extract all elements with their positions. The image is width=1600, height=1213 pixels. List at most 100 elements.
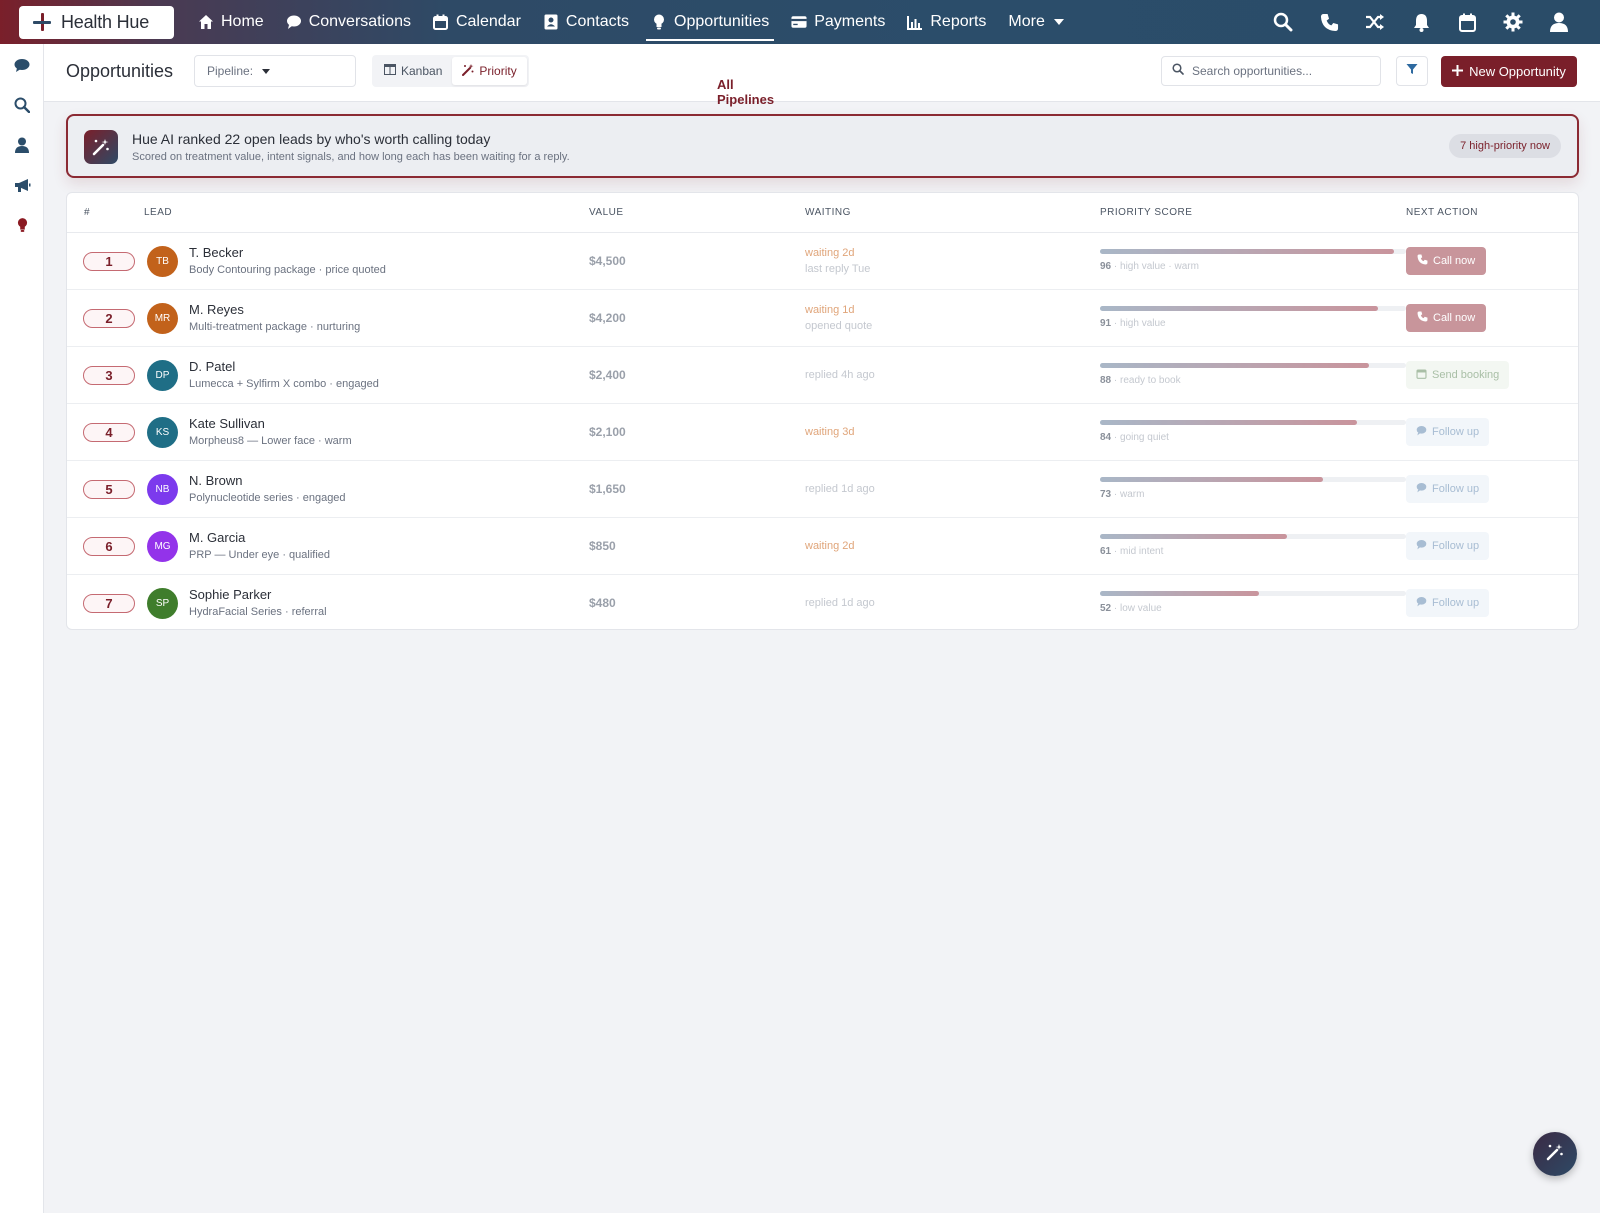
lead-name[interactable]: M. Reyes: [189, 302, 244, 317]
priority-score-fill: [1100, 420, 1358, 425]
chat-icon: [286, 14, 302, 30]
lightbulb-icon: [651, 14, 667, 30]
nav-item-home[interactable]: Home: [187, 0, 275, 44]
nav-item-reports[interactable]: Reports: [896, 0, 997, 44]
table-row[interactable]: 3 DP D. Patel Lumecca + Sylfirm X combo …: [67, 347, 1578, 404]
rank-badge: 1: [83, 252, 135, 271]
table-row[interactable]: 4 KS Kate Sullivan Morpheus8 — Lower fac…: [67, 404, 1578, 461]
lead-name[interactable]: M. Garcia: [189, 530, 245, 545]
pipeline-select[interactable]: Pipeline: All Pipelines: [194, 55, 774, 107]
view-toggle: Kanban Priority: [372, 55, 529, 87]
avatar: SP: [147, 588, 178, 619]
follow-up-button[interactable]: Follow up: [1406, 475, 1490, 503]
follow-up-button[interactable]: Follow up: [1406, 532, 1490, 560]
calendar-icon[interactable]: [1444, 0, 1490, 44]
priority-table: # Lead Value Waiting Priority score Next…: [66, 192, 1579, 630]
lead-value: $2,100: [589, 425, 626, 439]
priority-score-text: 96 · high value · warm: [1100, 261, 1199, 272]
gear-icon[interactable]: [1490, 0, 1536, 44]
priority-score-value: 96: [1100, 261, 1112, 272]
user-icon[interactable]: [1536, 0, 1582, 44]
filter-button[interactable]: [1396, 56, 1428, 86]
priority-score-value: 91: [1100, 318, 1112, 329]
view-label: Priority: [479, 64, 517, 78]
chat-icon[interactable]: [12, 55, 32, 75]
ai-assistant-button[interactable]: [1533, 1132, 1577, 1176]
lightbulb-icon[interactable]: [12, 215, 32, 235]
nav-item-payments[interactable]: Payments: [780, 0, 896, 44]
lead-name[interactable]: T. Becker: [189, 245, 243, 260]
avatar: NB: [147, 474, 178, 505]
search-icon[interactable]: [12, 95, 32, 115]
nav-item-opportunities[interactable]: Opportunities: [640, 0, 780, 44]
call-now-button[interactable]: Call now: [1406, 247, 1487, 275]
priority-score-fill: [1100, 363, 1370, 368]
high-priority-badge[interactable]: 7 high-priority now: [1449, 134, 1561, 158]
table-row[interactable]: 2 MR M. Reyes Multi-treatment package · …: [67, 290, 1578, 347]
banner-subtitle: Scored on treatment value, intent signal…: [132, 151, 570, 163]
nav-item-calendar[interactable]: Calendar: [422, 0, 532, 44]
columns-icon: [384, 64, 396, 78]
page-toolbar: Opportunities Pipeline: All Pipelines Ka…: [44, 44, 1600, 107]
waiting-status: waiting 1d: [805, 304, 855, 316]
table-row[interactable]: 5 NB N. Brown Polynucleotide series · en…: [67, 461, 1578, 518]
nav-item-more[interactable]: More: [997, 0, 1074, 44]
priority-score-value: 52: [1100, 603, 1112, 614]
nav-item-label: Conversations: [308, 13, 411, 30]
nav-item-label: Contacts: [565, 13, 630, 30]
search-icon: [1172, 62, 1184, 80]
follow-up-button[interactable]: Follow up: [1406, 418, 1490, 446]
lead-value: $2,400: [589, 368, 626, 382]
priority-score-text: 84 · going quiet: [1100, 432, 1169, 443]
send-booking-button[interactable]: Send booking: [1406, 361, 1510, 389]
nav-item-label: Home: [221, 13, 264, 30]
waiting-status: replied 4h ago: [805, 369, 875, 381]
table-row[interactable]: 7 SP Sophie Parker HydraFacial Series · …: [67, 575, 1578, 629]
megaphone-icon[interactable]: [12, 175, 32, 195]
nav-item-label: Calendar: [455, 13, 521, 30]
action-label: Send booking: [1432, 369, 1500, 381]
column-header-priority-score: Priority score: [1100, 207, 1193, 218]
lead-value: $480: [589, 596, 616, 610]
lead-name[interactable]: D. Patel: [189, 359, 235, 374]
phone-icon[interactable]: [1306, 0, 1352, 44]
lead-detail: Polynucleotide series · engaged: [189, 492, 346, 504]
nav-item-conversations[interactable]: Conversations: [275, 0, 422, 44]
priority-score-fill: [1100, 306, 1379, 311]
search-input[interactable]: [1192, 64, 1372, 78]
follow-up-button[interactable]: Follow up: [1406, 589, 1490, 617]
avatar: DP: [147, 360, 178, 391]
lead-value: $1,650: [589, 482, 626, 496]
chevron-down-icon: [262, 68, 271, 74]
lead-name[interactable]: Kate Sullivan: [189, 416, 265, 431]
priority-score-note: ready to book: [1120, 375, 1181, 386]
nav-item-contacts[interactable]: Contacts: [532, 0, 640, 44]
avatar: MG: [147, 531, 178, 562]
view-kanban-button[interactable]: Kanban: [374, 57, 452, 85]
new-opportunity-button[interactable]: New Opportunity: [1441, 56, 1577, 87]
lead-name[interactable]: Sophie Parker: [189, 587, 271, 602]
user-icon[interactable]: [12, 135, 32, 155]
waiting-status: replied 1d ago: [805, 483, 875, 495]
call-now-button[interactable]: Call now: [1406, 304, 1487, 332]
avatar: KS: [147, 417, 178, 448]
table-body: 1 TB T. Becker Body Contouring package ·…: [67, 233, 1578, 629]
shuffle-icon[interactable]: [1352, 0, 1398, 44]
view-priority-button[interactable]: Priority: [452, 57, 527, 85]
chat-icon: [1416, 425, 1427, 439]
brand-logo[interactable]: Health Hue: [19, 5, 174, 39]
bell-icon[interactable]: [1398, 0, 1444, 44]
lead-detail: Body Contouring package · price quoted: [189, 264, 386, 276]
search-icon[interactable]: [1260, 0, 1306, 44]
table-row[interactable]: 6 MG M. Garcia PRP — Under eye · qualifi…: [67, 518, 1578, 575]
table-row[interactable]: 1 TB T. Becker Body Contouring package ·…: [67, 233, 1578, 290]
phone-icon: [1417, 311, 1428, 325]
priority-score-bar: [1100, 420, 1406, 425]
priority-score-text: 61 · mid intent: [1100, 546, 1164, 557]
lead-name[interactable]: N. Brown: [189, 473, 242, 488]
top-nav: Health Hue Home Conversations Calendar C…: [0, 0, 1600, 44]
nav-item-label: More: [1008, 13, 1045, 30]
nav-item-label: Reports: [930, 13, 987, 30]
priority-score-value: 61: [1100, 546, 1112, 557]
avatar: TB: [147, 246, 178, 277]
